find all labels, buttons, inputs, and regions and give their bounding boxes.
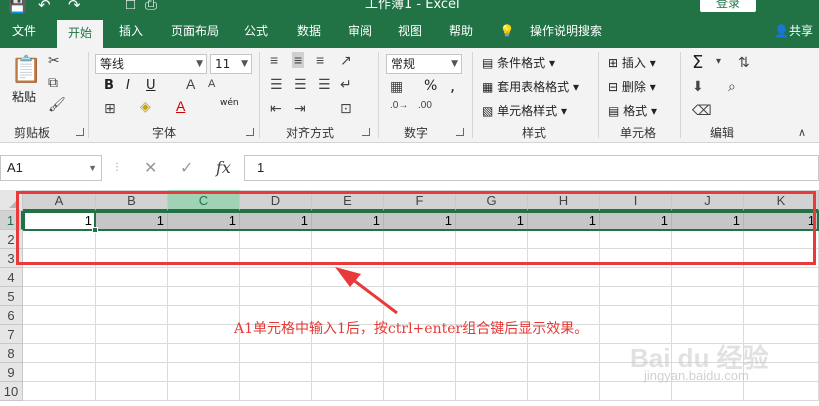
annotation-text: A1单元格中输入1后，按ctrl+enter组合键后显示效果。	[234, 321, 589, 337]
watermark-url: jingyan.baidu.com	[644, 368, 749, 383]
